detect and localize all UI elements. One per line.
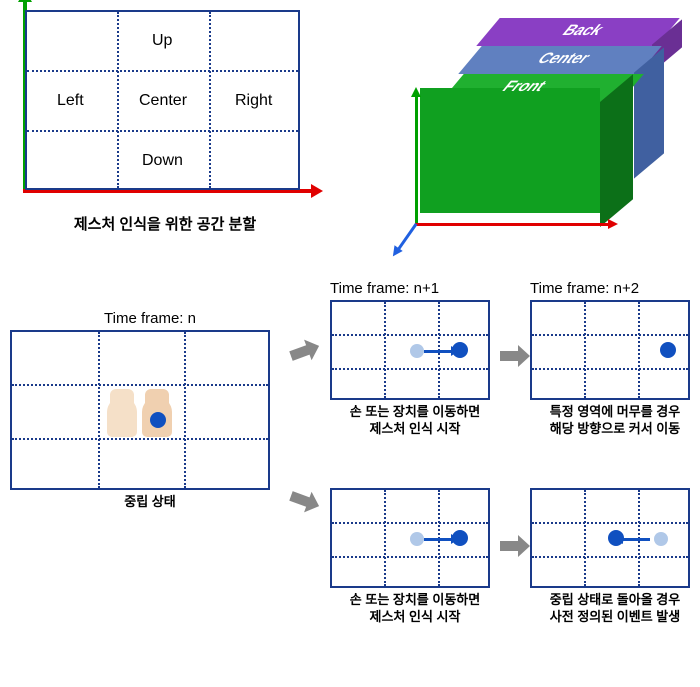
frame-n2-top <box>530 300 690 400</box>
cursor-ghost <box>410 344 424 358</box>
caption-move-l1: 손 또는 장치를 이동하면 <box>330 404 500 421</box>
cursor-dot <box>608 530 624 546</box>
caption-move-bot-l2: 제스처 인식 시작 <box>330 609 500 626</box>
frame-n1-top <box>330 300 490 400</box>
title-frame-n: Time frame: n <box>10 310 290 327</box>
flow-arrow-icon <box>500 535 530 557</box>
caption-stay-l2: 해당 방향으로 커서 이동 <box>530 421 700 438</box>
frame-n1-bottom <box>330 488 490 588</box>
caption-move-l2: 제스처 인식 시작 <box>330 421 500 438</box>
frame-n2-bottom <box>530 488 690 588</box>
x-axis-3d <box>415 223 610 226</box>
flow-arrow-icon <box>500 345 530 367</box>
label-up: Up <box>152 32 172 50</box>
hand-left-icon <box>107 397 137 437</box>
caption-return-l2: 사전 정의된 이벤트 발생 <box>530 609 700 626</box>
cursor-dot <box>660 342 676 358</box>
cursor-dot <box>150 412 166 428</box>
cursor-ghost <box>410 532 424 546</box>
motion-arrow-back <box>622 538 650 541</box>
flow-arrow-icon <box>287 336 323 367</box>
label-down: Down <box>142 152 183 170</box>
motion-arrow <box>424 350 452 353</box>
label-right: Right <box>235 92 272 110</box>
spatial-box-3d: Back Center Front <box>360 10 690 250</box>
caption-return-l1: 중립 상태로 돌아올 경우 <box>530 592 700 609</box>
flow-arrow-icon <box>287 486 323 517</box>
title-frame-n1-top: Time frame: n+1 <box>330 280 500 297</box>
frame-n <box>10 330 270 490</box>
cursor-dot <box>452 342 468 358</box>
caption-neutral: 중립 상태 <box>10 494 290 511</box>
title-frame-n2-top: Time frame: n+2 <box>530 280 700 297</box>
label-center: Center <box>139 92 187 110</box>
y-axis-3d <box>415 95 418 225</box>
gesture-flow: Time frame: n 중립 상태 Time frame: n+1 <box>10 280 690 660</box>
caption-move-bot-l1: 손 또는 장치를 이동하면 <box>330 592 500 609</box>
caption-stay-l1: 특정 영역에 머무를 경우 <box>530 404 700 421</box>
label-left: Left <box>57 92 84 110</box>
z-axis-3d <box>397 223 418 251</box>
spatial-grid-2d: Up Left Center Right Down 제스처 인식을 위한 공간 … <box>10 10 320 250</box>
cursor-ghost <box>654 532 668 546</box>
motion-arrow <box>424 538 452 541</box>
cursor-dot <box>452 530 468 546</box>
caption-2d: 제스처 인식을 위한 공간 분할 <box>10 213 320 234</box>
